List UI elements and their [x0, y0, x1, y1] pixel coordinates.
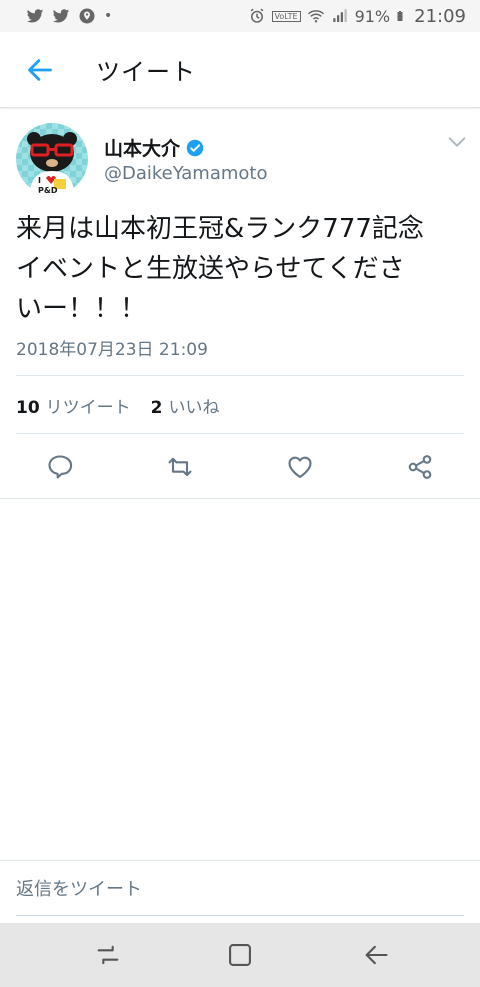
arrow-left-icon — [28, 58, 52, 81]
system-status: VoLTE 91% 21:09 — [248, 6, 466, 27]
divider — [0, 498, 480, 499]
clock: 21:09 — [414, 5, 466, 27]
divider — [16, 433, 464, 434]
retweet-icon[interactable] — [166, 453, 194, 481]
author-display-name: 山本大介 — [104, 138, 181, 160]
app-header: ツイート — [0, 32, 480, 108]
page-title: ツイート — [96, 58, 196, 86]
reply-icon[interactable] — [46, 453, 74, 481]
alarm-icon — [250, 8, 263, 23]
maps-pin-icon — [79, 8, 95, 24]
retweet-count: 10 — [16, 398, 40, 418]
avatar[interactable]: I P&D — [16, 123, 88, 195]
reply-bar: 返信をツイート — [0, 860, 480, 916]
like-label: いいね — [168, 398, 220, 418]
heart-icon[interactable] — [286, 453, 314, 481]
svg-text:P&D: P&D — [38, 186, 58, 195]
home-icon[interactable] — [226, 941, 254, 969]
svg-text:I: I — [38, 176, 41, 185]
divider — [16, 375, 464, 376]
twitter-icon — [26, 9, 44, 23]
like-stat[interactable]: 2 いいね — [151, 393, 220, 418]
bear-mascot-avatar-image: I P&D — [16, 123, 88, 195]
tweet-stats: 10 リツイート 2 いいね — [16, 393, 220, 418]
wifi-icon — [307, 10, 324, 23]
author-name[interactable]: 山本大介 — [104, 134, 204, 161]
battery-percent: 91% — [354, 6, 391, 26]
system-nav-bar — [0, 923, 480, 987]
more-notifications-dot: • — [104, 8, 113, 24]
share-icon[interactable] — [406, 453, 434, 481]
twitter-icon — [52, 9, 70, 23]
reply-input[interactable]: 返信をツイート — [16, 875, 142, 901]
like-count: 2 — [150, 398, 163, 418]
reply-underline — [16, 915, 464, 916]
status-bar: • VoLTE 91% 21:09 — [0, 0, 480, 32]
tweet-text: 来月は山本初王冠&ランク777記念 イベントと生放送やらせてくださ いー！！！ — [16, 214, 424, 324]
tweet-actions — [0, 445, 480, 489]
tweet-timestamp: 2018年07月23日 21:09 — [16, 340, 208, 360]
volte-badge: VoLTE — [271, 10, 301, 22]
back-nav-icon[interactable] — [362, 941, 390, 969]
verified-badge-icon — [186, 139, 204, 156]
recent-apps-icon[interactable] — [94, 941, 122, 969]
author-handle[interactable]: @DaikeYamamoto — [104, 163, 267, 184]
signal-icon — [332, 9, 347, 22]
battery-icon — [397, 11, 403, 21]
chevron-down-icon[interactable] — [446, 131, 468, 153]
back-button[interactable] — [0, 32, 80, 108]
notification-icons: • — [26, 7, 112, 25]
retweet-stat[interactable]: 10 リツイート — [16, 393, 131, 418]
retweet-label: リツイート — [45, 398, 131, 418]
